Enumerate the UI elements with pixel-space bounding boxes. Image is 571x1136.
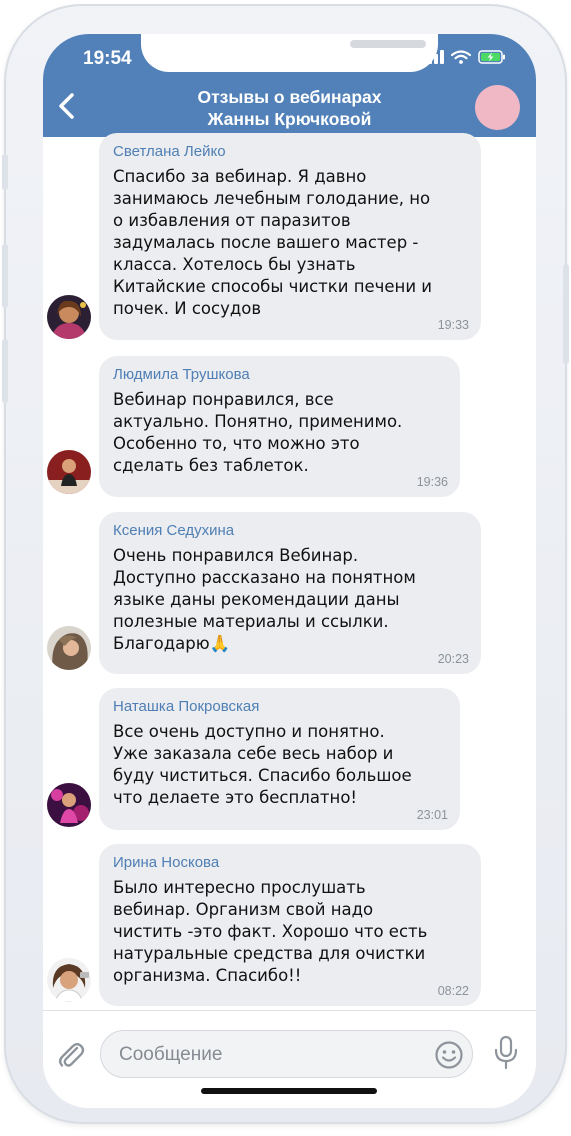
message-line: что делаете это бесплатно! — [113, 788, 358, 807]
message-line: буду чиститься. Спасибо большое — [113, 766, 412, 785]
home-indicator[interactable] — [201, 1088, 377, 1094]
signal-icon — [422, 50, 444, 64]
message-line: занимаюсь лечебным голодание, но — [113, 189, 431, 208]
mute-switch — [2, 154, 8, 190]
message-text: Все очень доступно и понятно. Уже заказа… — [113, 721, 446, 809]
chat-header: 19:54 Отзывы о вебинарах Жанны Крючковой — [43, 34, 536, 137]
message-sender[interactable]: Ирина Носкова — [113, 854, 467, 872]
message-line: чистить -это факт. Хорошо что есть — [113, 922, 428, 941]
message-time: 19:33 — [437, 318, 469, 332]
message-time: 23:01 — [416, 808, 448, 822]
message-line: полезные материалы и ссылки. — [113, 612, 389, 631]
message-time: 20:23 — [437, 652, 469, 666]
message-input[interactable] — [117, 1041, 421, 1069]
sender-avatar[interactable] — [47, 450, 91, 494]
message-list[interactable]: Светлана Лейко Спасибо за вебинар. Я дав… — [43, 133, 536, 1010]
message-line: Уже заказала себе весь набор и — [113, 744, 394, 763]
smiley-icon — [435, 1041, 463, 1069]
message-text: Вебинар понравился, все актуально. Понят… — [113, 389, 446, 477]
chat-title-line-1: Отзывы о вебинарах — [197, 87, 382, 107]
message-time: 19:36 — [416, 475, 448, 489]
message-bubble[interactable]: Ирина Носкова Было интересно прослушать … — [99, 844, 481, 1006]
message-time: 08:22 — [437, 984, 469, 998]
voice-message-button[interactable] — [493, 1035, 519, 1071]
message-line: Все очень доступно и понятно. — [113, 722, 385, 741]
message-line: Благодарю🙏 — [113, 634, 231, 653]
message-line: Китайские способы чистки печени и — [113, 277, 433, 296]
phone-screen: 19:54 Отзывы о вебинарах Жанны Крючковой… — [43, 34, 536, 1108]
message-line: Спасибо за вебинар. Я давно — [113, 167, 367, 186]
emoji-button[interactable] — [434, 1040, 464, 1070]
microphone-icon — [494, 1035, 518, 1070]
back-button[interactable] — [51, 89, 81, 123]
message-line: класса. Хотелось бы узнать — [113, 255, 356, 274]
chevron-left-icon — [59, 93, 74, 119]
message-line: актуально. Понятно, применимо. — [113, 412, 403, 431]
message-line: вебинар. Организм свой надо — [113, 900, 374, 919]
message-line: почек. И сосудов — [113, 299, 262, 318]
message-line: Очень понравился Вебинар. — [113, 546, 359, 565]
volume-up-button — [2, 244, 8, 308]
message-text: Очень понравился Вебинар. Доступно расск… — [113, 545, 467, 655]
message-line: организма. Спасибо!! — [113, 966, 302, 985]
chat-title-line-2: Жанны Крючковой — [207, 109, 372, 129]
message-line: натуральные средства для очистки — [113, 944, 426, 963]
message-line: сделать без таблеток. — [113, 456, 309, 475]
notch — [141, 34, 438, 72]
message-line: языке даны рекомендации даны — [113, 590, 400, 609]
chat-avatar[interactable] — [475, 85, 520, 130]
message-bubble[interactable]: Людмила Трушкова Вебинар понравился, все… — [99, 356, 460, 497]
message-line: задумалась после вашего мастер - — [113, 233, 419, 252]
speaker-grille — [350, 40, 426, 48]
wifi-icon — [451, 50, 471, 64]
message-bubble[interactable]: Светлана Лейко Спасибо за вебинар. Я дав… — [99, 133, 481, 340]
message-bubble[interactable]: Ксения Седухина Очень понравился Вебинар… — [99, 512, 481, 674]
status-icons — [422, 50, 506, 64]
sender-avatar[interactable] — [47, 626, 91, 670]
message-text: Спасибо за вебинар. Я давно занимаюсь ле… — [113, 166, 467, 320]
attach-button[interactable] — [55, 1039, 87, 1071]
message-sender[interactable]: Людмила Трушкова — [113, 366, 446, 384]
sender-avatar[interactable] — [47, 783, 91, 827]
message-line: Вебинар понравился, все — [113, 390, 334, 409]
sender-avatar[interactable] — [47, 958, 91, 1002]
message-sender[interactable]: Ксения Седухина — [113, 522, 467, 540]
status-time: 19:54 — [83, 48, 132, 69]
message-sender[interactable]: Светлана Лейко — [113, 143, 467, 161]
paperclip-icon — [58, 1042, 85, 1067]
chat-title[interactable]: Отзывы о вебинарах Жанны Крючковой — [153, 86, 426, 130]
power-button — [563, 264, 569, 364]
message-composer — [43, 1010, 536, 1108]
message-line: Особенно то, что можно это — [113, 434, 360, 453]
message-sender[interactable]: Наташка Покровская — [113, 698, 446, 716]
message-line: о избавления от паразитов — [113, 211, 351, 230]
battery-charging-icon — [478, 50, 505, 64]
sender-avatar[interactable] — [47, 295, 91, 339]
phone-frame: 19:54 Отзывы о вебинарах Жанны Крючковой… — [2, 4, 569, 1124]
message-line: Доступно рассказано на понятном — [113, 568, 416, 587]
message-bubble[interactable]: Наташка Покровская Все очень доступно и … — [99, 688, 460, 830]
message-input-field[interactable] — [100, 1030, 473, 1078]
message-text: Было интересно прослушать вебинар. Орган… — [113, 877, 467, 987]
volume-down-button — [2, 339, 8, 403]
message-line: Было интересно прослушать — [113, 878, 366, 897]
